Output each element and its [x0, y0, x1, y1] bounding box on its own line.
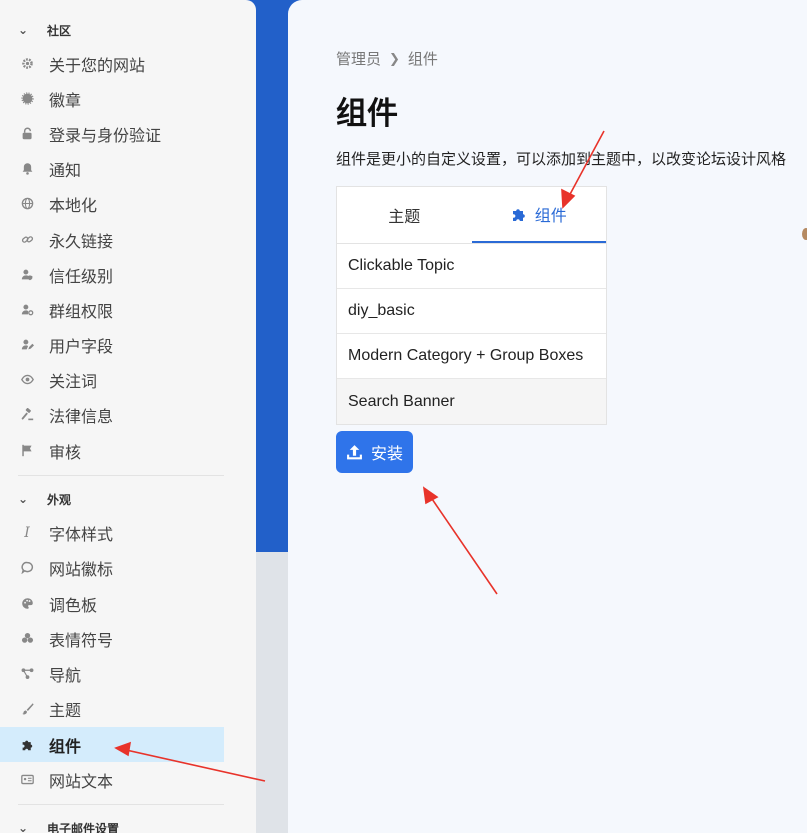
link-icon — [20, 233, 34, 247]
sidebar-item-label: 徽章 — [49, 92, 82, 110]
certificate-icon — [20, 92, 34, 106]
component-name: Search Banner — [348, 392, 455, 410]
eye-icon — [20, 373, 34, 387]
chevron-down-icon: ⌄ — [18, 492, 29, 506]
sidebar-item-permalinks[interactable]: 永久链接 — [0, 222, 224, 257]
sidebar-item-label: 群组权限 — [49, 303, 114, 321]
upload-icon — [346, 444, 363, 461]
page-title: 组件 — [336, 96, 398, 131]
chevron-down-icon: ⌄ — [18, 821, 29, 833]
sidebar-item-site-texts[interactable]: 网站文本 — [0, 762, 224, 797]
component-list-item[interactable]: Clickable Topic — [337, 244, 606, 289]
sidebar-item-about[interactable]: 关于您的网站 — [0, 46, 224, 81]
component-list-item[interactable]: diy_basic — [337, 289, 606, 334]
sidebar-item-label: 网站文本 — [49, 773, 114, 791]
section-label: 外观 — [47, 492, 72, 507]
install-button-label: 安装 — [370, 446, 403, 463]
page-description: 组件是更小的自定义设置，可以添加到主题中，以改变论坛设计风格 — [336, 151, 787, 168]
sidebar-item-trust-levels[interactable]: 信任级别 — [0, 257, 224, 292]
comment-icon — [20, 561, 34, 575]
component-name: Modern Category + Group Boxes — [348, 347, 584, 364]
sidebar-item-emoji[interactable]: 表情符号 — [0, 621, 224, 656]
chevron-down-icon: ⌄ — [18, 23, 29, 37]
breadcrumb-admin-link[interactable]: 管理员 — [336, 48, 381, 69]
sidebar-item-label: 主题 — [49, 702, 82, 720]
sidebar-divider — [18, 804, 224, 805]
sidebar-item-label: 永久链接 — [49, 233, 114, 251]
sidebar-item-label: 网站徽标 — [49, 561, 114, 579]
flag-icon — [20, 444, 34, 458]
sidebar-item-themes[interactable]: 主题 — [0, 691, 224, 726]
main-content: 管理员 ❯ 组件 组件 组件是更小的自定义设置，可以添加到主题中，以改变论坛设计… — [288, 0, 807, 833]
sidebar-item-login[interactable]: 登录与身份验证 — [0, 116, 224, 151]
sidebar-item-logo[interactable]: 网站徽标 — [0, 550, 224, 585]
sidebar-item-label: 字体样式 — [49, 526, 114, 544]
tab-label: 组件 — [534, 208, 567, 225]
section-header-community[interactable]: ⌄ 社区 — [18, 18, 71, 42]
tab-themes[interactable]: 主题 — [337, 187, 472, 243]
sidebar-item-group-permissions[interactable]: 群组权限 — [0, 292, 224, 327]
sidebar-item-label: 调色板 — [49, 597, 98, 615]
component-name: diy_basic — [348, 302, 415, 319]
chevron-right-icon: ❯ — [389, 50, 400, 66]
sidebar-item-label: 关注词 — [49, 373, 98, 391]
user-gear-icon — [20, 303, 34, 317]
section-label: 电子邮件设置 — [47, 821, 120, 833]
sidebar-item-label: 本地化 — [49, 197, 98, 215]
puzzle-icon — [511, 206, 527, 222]
sidebar-item-label: 用户字段 — [49, 338, 114, 356]
sitemap-icon — [20, 667, 34, 681]
partial-avatar — [802, 228, 807, 240]
section-label: 社区 — [47, 23, 72, 38]
component-name: Clickable Topic — [348, 257, 455, 274]
globe-icon — [20, 197, 34, 211]
emoji-icon — [20, 632, 34, 646]
sidebar-item-label: 导航 — [49, 667, 82, 685]
sidebar-item-label: 法律信息 — [49, 408, 114, 426]
sidebar-item-components[interactable]: 组件 — [0, 727, 224, 762]
sidebar-item-label: 通知 — [49, 162, 82, 180]
tab-bar: 主题 组件 — [337, 187, 606, 244]
unlock-icon — [20, 127, 34, 141]
component-list-item[interactable]: Search Banner — [337, 379, 606, 424]
user-pen-icon — [20, 338, 34, 352]
breadcrumb: 管理员 ❯ 组件 — [336, 48, 438, 69]
sidebar-divider — [18, 475, 224, 476]
tab-label: 主题 — [388, 209, 421, 226]
install-button[interactable]: 安装 — [336, 431, 413, 473]
component-list-item[interactable]: Modern Category + Group Boxes — [337, 334, 606, 379]
admin-sidebar: ⌄ 社区 关于您的网站 徽章 登录与身份验证 通知 本地化 永久链接 信任级别 … — [0, 0, 256, 833]
section-header-email[interactable]: ⌄ 电子邮件设置 — [18, 816, 119, 833]
sidebar-item-label: 关于您的网站 — [49, 57, 146, 75]
breadcrumb-current: 组件 — [407, 51, 438, 68]
sidebar-item-navigation[interactable]: 导航 — [0, 656, 224, 691]
sidebar-item-legal[interactable]: 法律信息 — [0, 397, 224, 432]
sidebar-item-moderation[interactable]: 审核 — [0, 433, 224, 468]
section-header-appearance[interactable]: ⌄ 外观 — [18, 487, 71, 511]
sidebar-item-notifications[interactable]: 通知 — [0, 151, 224, 186]
sidebar-item-color-palette[interactable]: 调色板 — [0, 586, 224, 621]
sidebar-item-label: 表情符号 — [49, 632, 114, 650]
themes-components-panel: 主题 组件 Clickable Topic diy_basic Modern C… — [336, 186, 607, 425]
sidebar-item-badges[interactable]: 徽章 — [0, 81, 224, 116]
italic-icon: I — [24, 524, 30, 541]
sidebar-item-label: 登录与身份验证 — [49, 127, 162, 145]
gear-icon — [20, 57, 34, 71]
tab-components[interactable]: 组件 — [471, 187, 606, 243]
sidebar-item-fonts[interactable]: I 字体样式 — [0, 515, 224, 550]
user-shield-icon — [20, 268, 34, 282]
puzzle-icon — [20, 738, 34, 752]
gavel-icon — [20, 408, 34, 422]
paintbrush-icon — [20, 702, 34, 716]
sidebar-item-localization[interactable]: 本地化 — [0, 186, 224, 221]
sidebar-item-label: 组件 — [49, 738, 82, 756]
sidebar-item-user-fields[interactable]: 用户字段 — [0, 327, 224, 362]
sidebar-item-label: 审核 — [49, 444, 82, 462]
bell-icon — [20, 162, 34, 176]
palette-icon — [20, 597, 34, 611]
sidebar-item-label: 信任级别 — [49, 268, 114, 286]
id-card-icon — [20, 773, 34, 787]
sidebar-item-watched-words[interactable]: 关注词 — [0, 362, 224, 397]
